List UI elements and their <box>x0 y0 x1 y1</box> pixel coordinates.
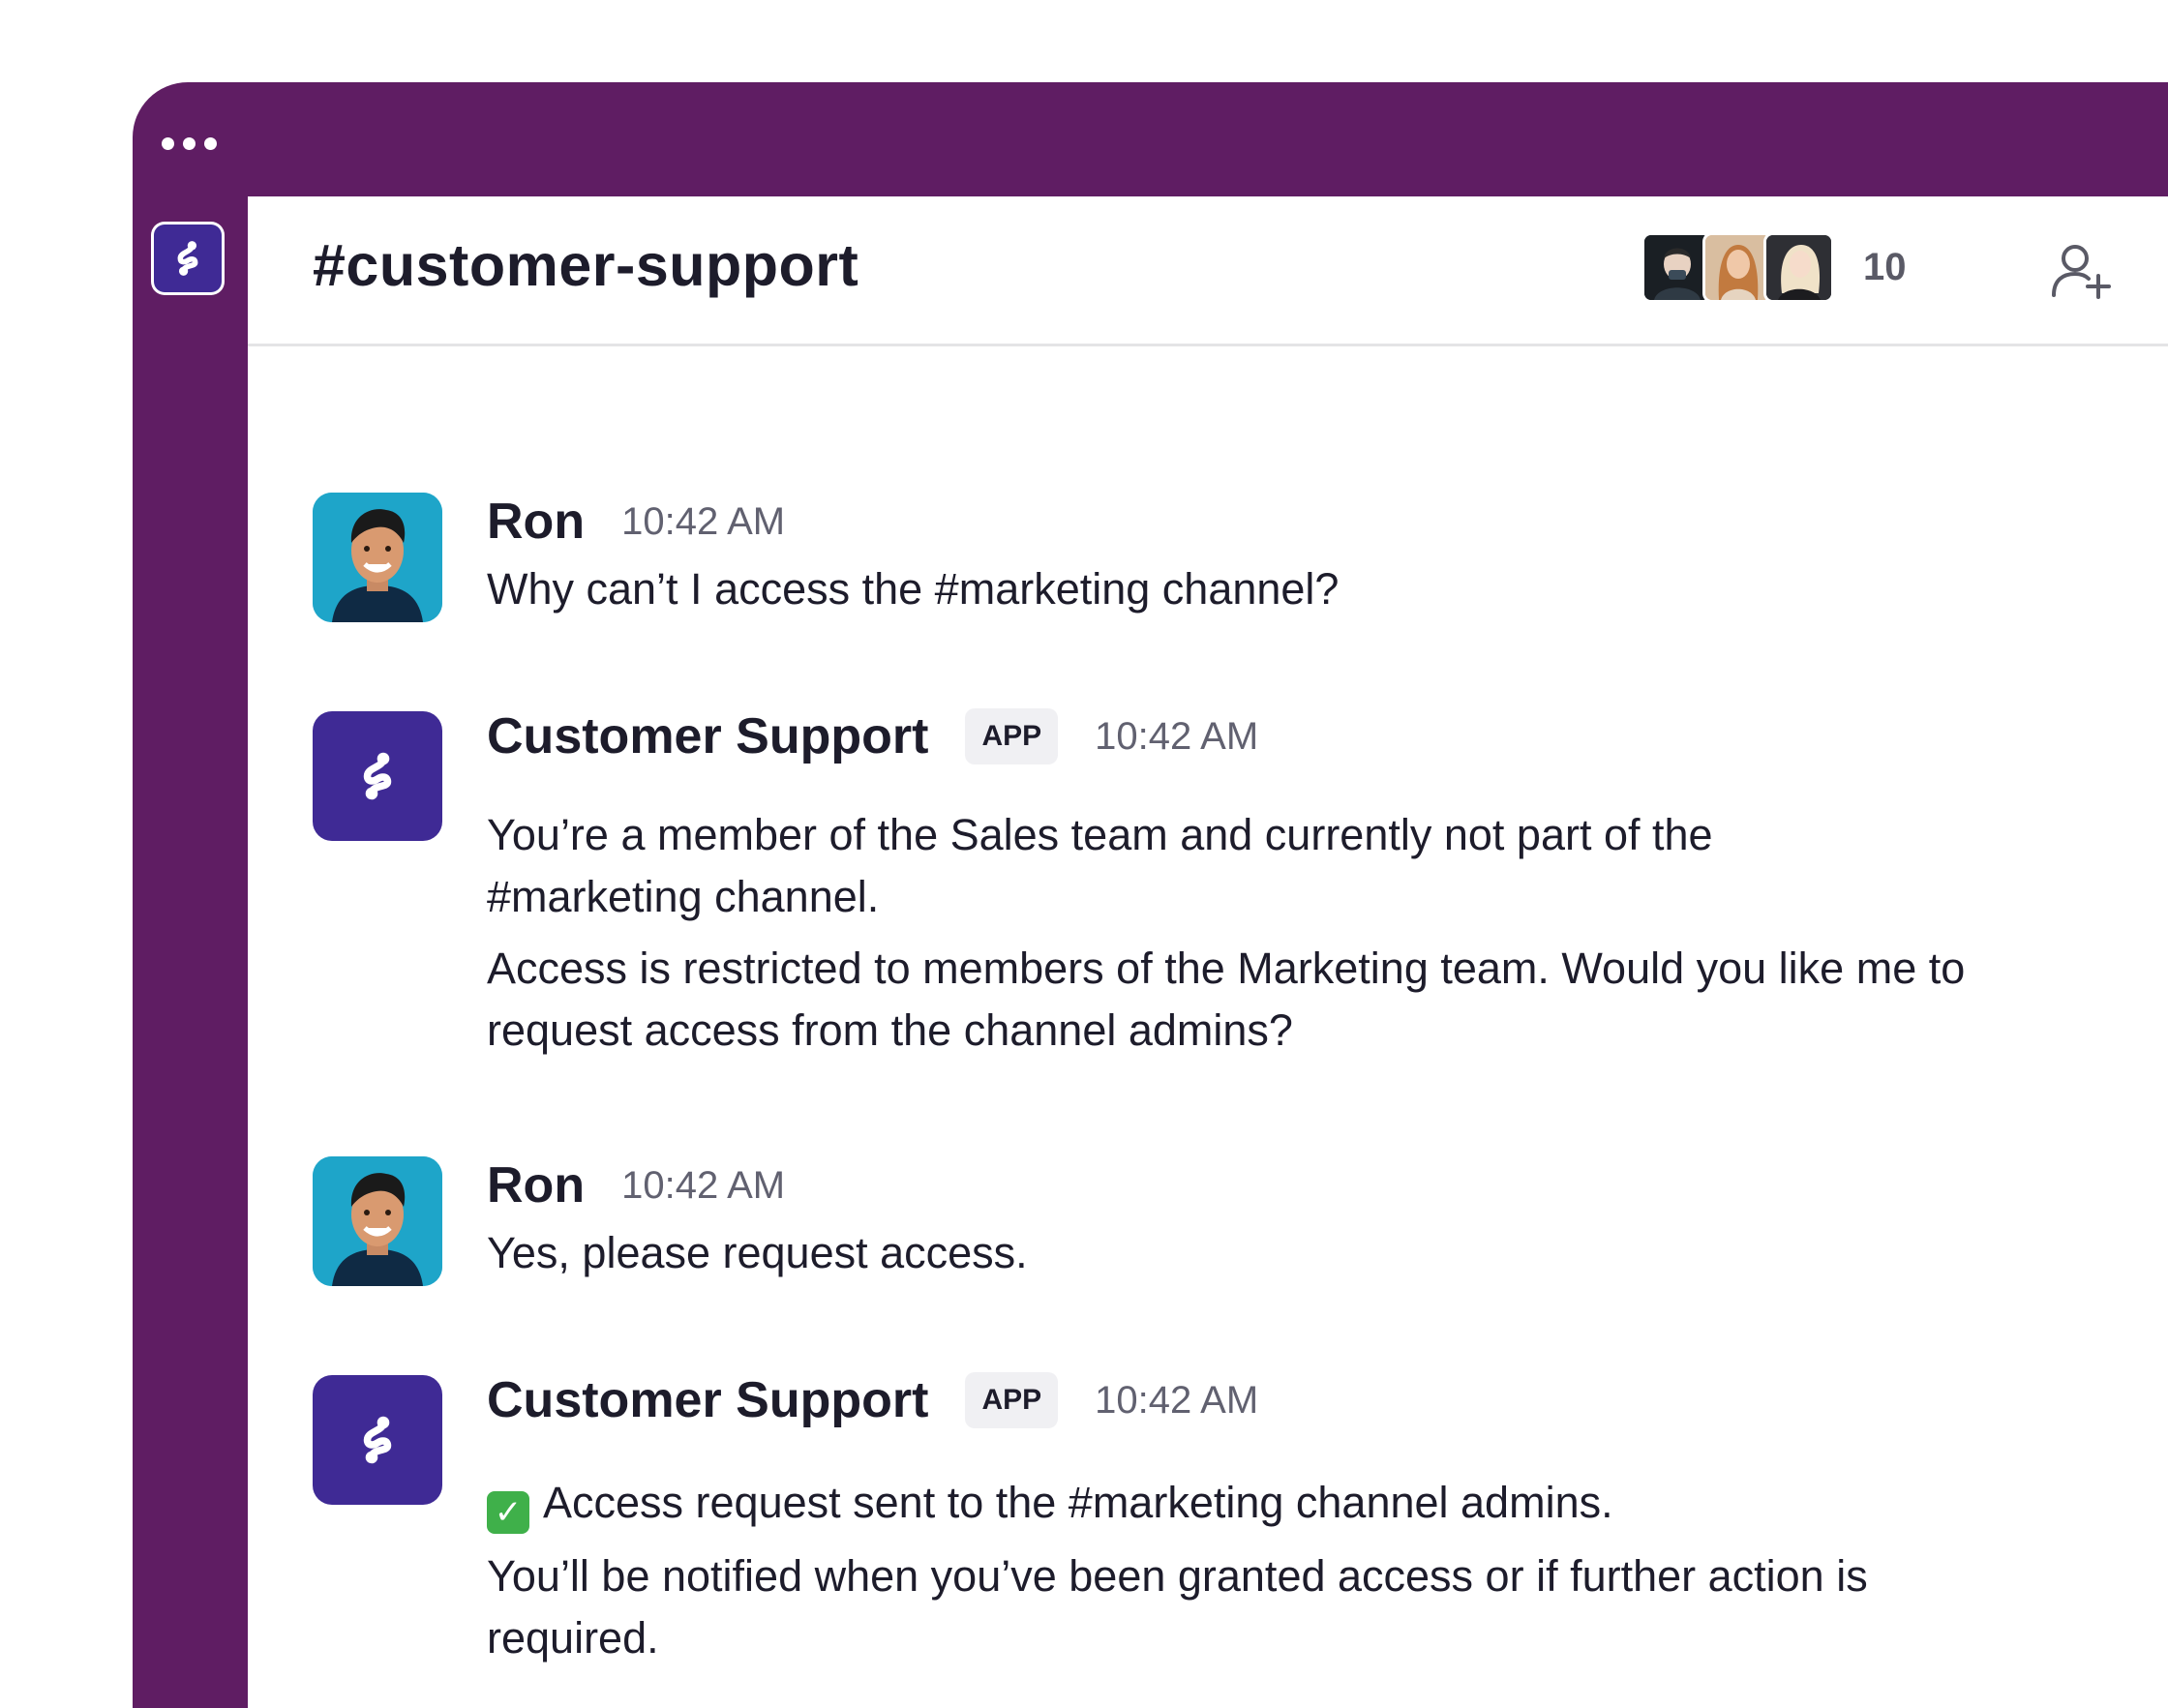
add-user-icon[interactable] <box>2050 239 2112 301</box>
app-badge: APP <box>965 1372 1059 1428</box>
message-header: Ron 10:42 AM <box>487 493 785 551</box>
more-horizontal-icon[interactable] <box>162 137 217 150</box>
app-logo-icon[interactable] <box>154 225 222 292</box>
message-text: Access is restricted to members of the M… <box>487 944 1966 1055</box>
message-text: You’re a member of the Sales team and cu… <box>487 810 1713 921</box>
message-text: Why can’t I access the #marketing channe… <box>487 564 1340 614</box>
channel-title[interactable]: #customer-support <box>313 231 858 299</box>
member-count[interactable]: 10 <box>1863 246 1907 289</box>
message-body: Why can’t I access the #marketing channe… <box>487 558 2035 620</box>
app-badge: APP <box>965 708 1059 764</box>
sender-name[interactable]: Ron <box>487 1156 585 1214</box>
message-header: Customer Support APP 10:42 AM <box>487 1371 1258 1429</box>
workspace-rail <box>133 196 248 1708</box>
member-avatar <box>1763 232 1834 303</box>
app-avatar[interactable] <box>313 1375 442 1505</box>
channel-view: #customer-support 10 Ron 10:42 AM Why ca… <box>248 196 2168 1708</box>
member-avatars[interactable]: 10 <box>1641 232 1907 303</box>
message-body: You’re a member of the Sales team and cu… <box>487 804 2035 1062</box>
message-timestamp[interactable]: 10:42 AM <box>621 1164 785 1208</box>
message-timestamp[interactable]: 10:42 AM <box>621 500 785 544</box>
message-timestamp[interactable]: 10:42 AM <box>1095 1379 1258 1423</box>
sender-name[interactable]: Customer Support <box>487 1371 928 1429</box>
message-body: ✓ Access request sent to the #marketing c… <box>487 1472 2035 1669</box>
message-text: Yes, please request access. <box>487 1228 1028 1277</box>
message-text-span: Access request sent to the #marketing ch… <box>543 1478 1613 1527</box>
message-header: Customer Support APP 10:42 AM <box>487 707 1258 765</box>
message-timestamp[interactable]: 10:42 AM <box>1095 715 1258 759</box>
sender-name[interactable]: Customer Support <box>487 707 928 765</box>
message-header: Ron 10:42 AM <box>487 1156 785 1214</box>
check-mark-icon: ✓ <box>487 1491 529 1534</box>
message-text: ✓ Access request sent to the #marketing c… <box>487 1472 2035 1534</box>
message-text: You’ll be notified when you’ve been gran… <box>487 1551 1868 1663</box>
sender-name[interactable]: Ron <box>487 493 585 551</box>
user-avatar[interactable] <box>313 1156 442 1286</box>
message-body: Yes, please request access. <box>487 1222 2035 1284</box>
channel-header: #customer-support 10 <box>248 196 2168 346</box>
app-avatar[interactable] <box>313 711 442 841</box>
app-window: #customer-support 10 Ron 10:42 AM Why ca… <box>133 82 2168 1708</box>
user-avatar[interactable] <box>313 493 442 622</box>
